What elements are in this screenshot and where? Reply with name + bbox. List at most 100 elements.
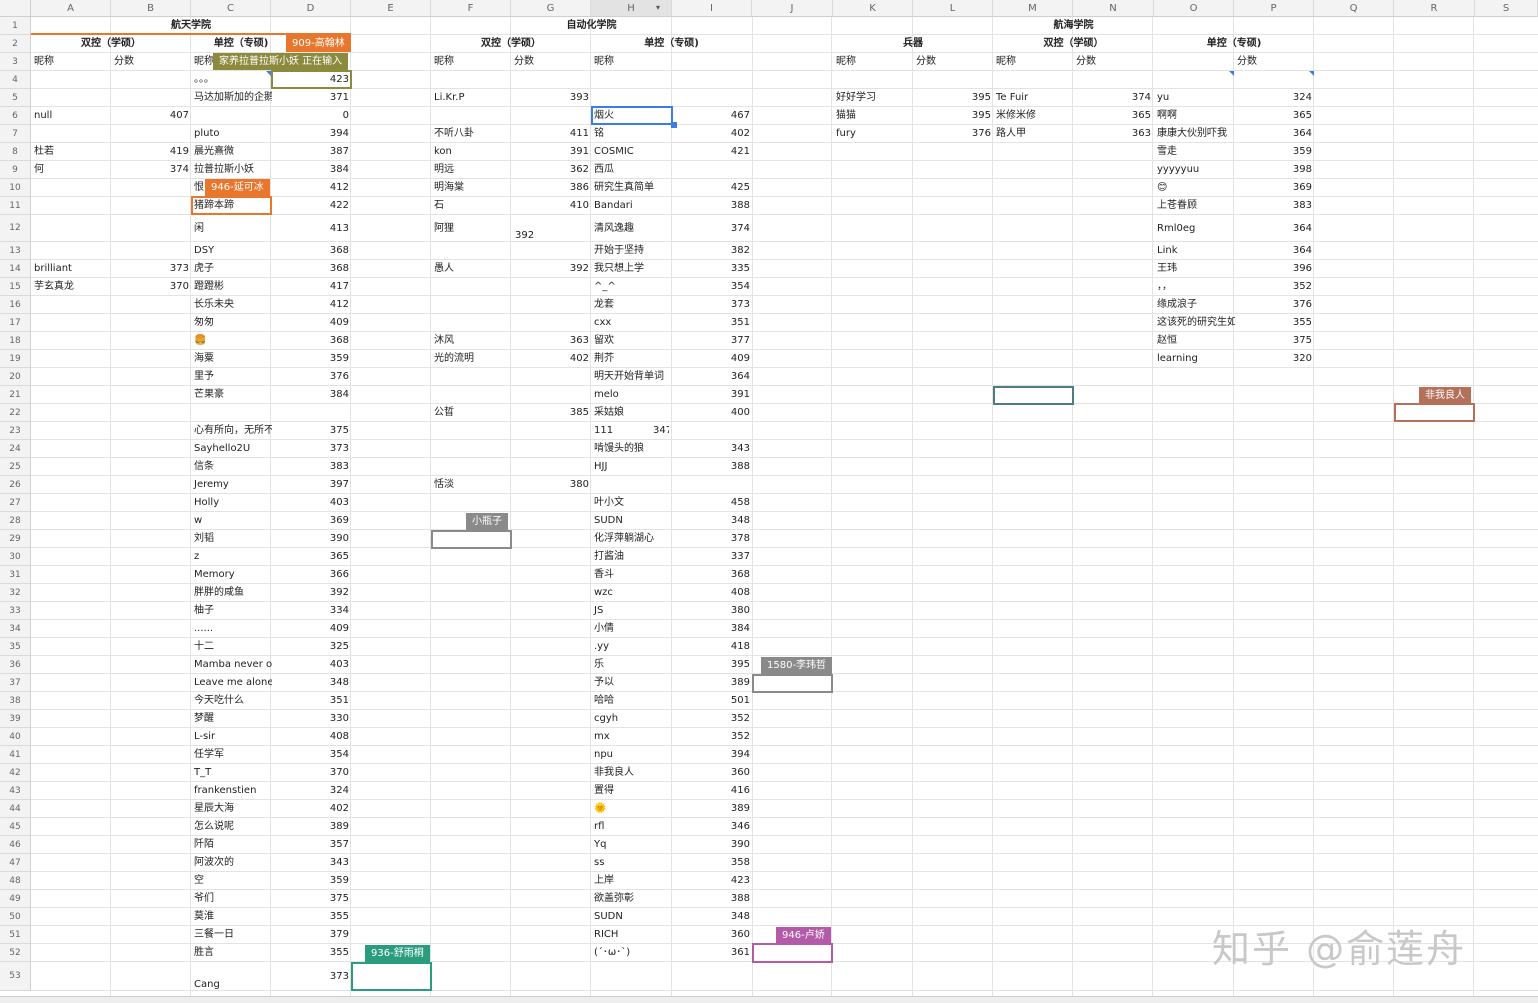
row-header-16[interactable]: 16 [0,296,31,314]
cell-h13[interactable]: 开始于坚持 [591,242,672,260]
cell-o7[interactable]: 康康大伙别吓我 [1154,125,1235,143]
cell-o10[interactable]: 😊 [1154,179,1235,197]
cell-i22[interactable]: 400 [672,404,753,422]
cell-f11[interactable]: 石 [431,197,512,215]
cell-c5[interactable]: 马达加斯加的企鹅 [191,89,272,107]
cell-h52[interactable]: (´･ω･`) [591,944,672,962]
cell-i52[interactable]: 361 [672,944,753,962]
cell-h40[interactable]: mx [591,728,672,746]
cell-o5[interactable]: yu [1154,89,1235,107]
cell-o15[interactable]: ，， [1154,278,1235,296]
cell-d38[interactable]: 351 [271,692,352,710]
cell-i47[interactable]: 358 [672,854,753,872]
cell-c26[interactable]: Jeremy [191,476,272,494]
cell-h19[interactable]: 荆芥 [591,350,672,368]
cell-a9[interactable]: 何 [31,161,112,179]
cell-k6[interactable]: 猫猫 [833,107,914,125]
cell-p17[interactable]: 355 [1234,314,1315,332]
column-header-j[interactable]: J [752,0,833,17]
cell-o11[interactable]: 上苍眷顾 [1154,197,1235,215]
cell-c40[interactable]: L-sir [191,728,272,746]
row-header-36[interactable]: 36 [0,656,31,674]
cell-c20[interactable]: 里予 [191,368,272,386]
cell-d28[interactable]: 369 [271,512,352,530]
cell-h33[interactable]: JS [591,602,672,620]
cell-c27[interactable]: Holly [191,494,272,512]
header-hanghai[interactable]: 航海学院 [833,17,1314,35]
cell-f26[interactable]: 恬淡 [431,476,512,494]
column-label-g[interactable]: 分数 [511,53,591,71]
cell-c29[interactable]: 刘韬 [191,530,272,548]
column-label-n[interactable]: 分数 [1073,53,1153,71]
cell-p15[interactable]: 352 [1234,278,1315,296]
row-header-2[interactable]: 2 [0,35,31,53]
cell-i18[interactable]: 377 [672,332,753,350]
cell-g26[interactable]: 380 [511,476,592,494]
cell-c8[interactable]: 晨光熹微 [191,143,272,161]
column-header-i[interactable]: I [672,0,752,17]
cell-g12[interactable]: 392 [511,215,592,242]
cell-h16[interactable]: 龙套 [591,296,672,314]
subheader-single-zidonghua[interactable]: 单控（专硕) [591,35,752,53]
cell-m6[interactable]: 米修米修 [993,107,1074,125]
cell-c46[interactable]: 阡陌 [191,836,272,854]
cell-c18[interactable]: 🍔 [191,332,272,350]
cell-g10[interactable]: 386 [511,179,592,197]
cell-h38[interactable]: 哈哈 [591,692,672,710]
cell-d33[interactable]: 334 [271,602,352,620]
cell-a6[interactable]: null [31,107,112,125]
cell-h18[interactable]: 留欢 [591,332,672,350]
row-header-35[interactable]: 35 [0,638,31,656]
cell-o6[interactable]: 啊啊 [1154,107,1235,125]
column-label-k[interactable]: 昵称 [833,53,913,71]
cell-d37[interactable]: 348 [271,674,352,692]
cell-h32[interactable]: wzc [591,584,672,602]
cell-p13[interactable]: 364 [1234,242,1315,260]
cell-h31[interactable]: 香斗 [591,566,672,584]
cell-o14[interactable]: 王玮 [1154,260,1235,278]
cell-i30[interactable]: 337 [672,548,753,566]
row-header-30[interactable]: 30 [0,548,31,566]
cell-o13[interactable]: Link [1154,242,1235,260]
cell-p19[interactable]: 320 [1234,350,1315,368]
cell-d13[interactable]: 368 [271,242,352,260]
row-header-31[interactable]: 31 [0,566,31,584]
row-header-7[interactable]: 7 [0,125,31,143]
cell-d12[interactable]: 413 [271,215,352,242]
cell-f9[interactable]: 明远 [431,161,512,179]
cell-i39[interactable]: 352 [672,710,753,728]
column-header-p[interactable]: P [1234,0,1314,17]
row-header-41[interactable]: 41 [0,746,31,764]
column-label-p[interactable]: 分数 [1234,53,1314,71]
cell-d41[interactable]: 354 [271,746,352,764]
row-header-4[interactable]: 4 [0,71,31,89]
cell-a14[interactable]: brilliant [31,260,112,278]
cell-i43[interactable]: 416 [672,782,753,800]
cell-l5[interactable]: 395 [913,89,994,107]
cell-b8[interactable]: 419 [111,143,192,161]
row-header-27[interactable]: 27 [0,494,31,512]
cell-n6[interactable]: 365 [1073,107,1154,125]
cell-f14[interactable]: 愚人 [431,260,512,278]
row-header-15[interactable]: 15 [0,278,31,296]
cell-d39[interactable]: 330 [271,710,352,728]
cell-d40[interactable]: 408 [271,728,352,746]
cell-d6[interactable]: 0 [271,107,352,125]
row-header-12[interactable]: 12 [0,215,31,242]
cell-c38[interactable]: 今天吃什么 [191,692,272,710]
row-header-29[interactable]: 29 [0,530,31,548]
select-all-corner[interactable] [0,0,31,17]
row-header-25[interactable]: 25 [0,458,31,476]
cell-d42[interactable]: 370 [271,764,352,782]
row-header-17[interactable]: 17 [0,314,31,332]
row-header-10[interactable]: 10 [0,179,31,197]
cell-o12[interactable]: Rml0eg [1154,215,1235,242]
cell-g5[interactable]: 393 [511,89,592,107]
header-hangtian[interactable]: 航天学院 [31,17,351,35]
row-header-45[interactable]: 45 [0,818,31,836]
cell-c32[interactable]: 胖胖的咸鱼 [191,584,272,602]
cell-i15[interactable]: 354 [672,278,753,296]
row-header-38[interactable]: 38 [0,692,31,710]
cell-h51[interactable]: RICH [591,926,672,944]
cell-f19[interactable]: 光的流明 [431,350,512,368]
